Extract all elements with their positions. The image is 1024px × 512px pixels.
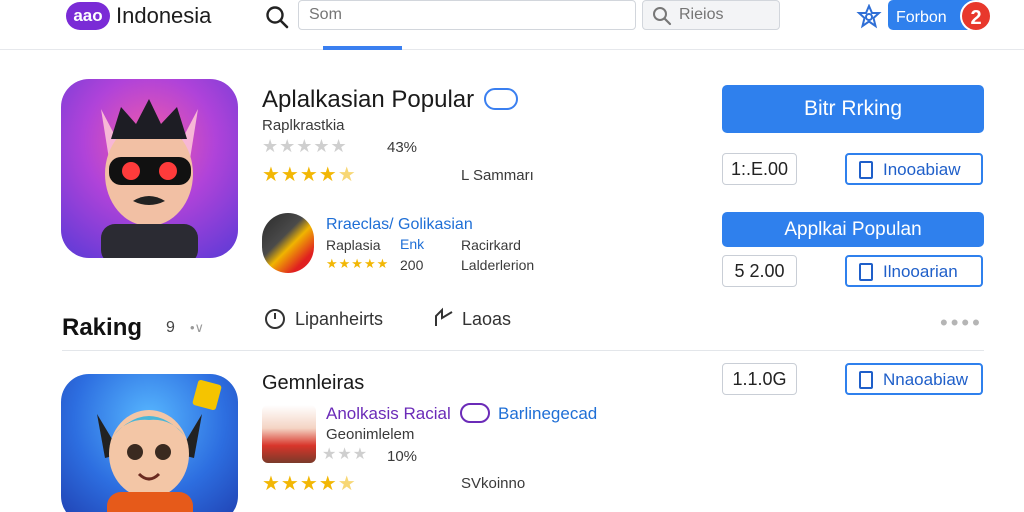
third-app-label: SVkoinno xyxy=(461,475,526,492)
character-avatar-icon xyxy=(97,380,222,512)
section-count: 9 xyxy=(166,319,175,336)
ranking-button[interactable]: Bitr Rrking xyxy=(722,85,984,133)
second-install-button[interactable]: Ilnooarian xyxy=(845,255,983,287)
download-icon xyxy=(859,161,873,179)
search-icon xyxy=(653,7,672,26)
character-avatar-icon xyxy=(101,99,198,258)
third-app-icon[interactable] xyxy=(61,374,238,512)
site-name[interactable]: Indonesia xyxy=(116,3,211,29)
search-input[interactable] xyxy=(298,0,636,30)
top-header: aao Indonesia Forbon 2 xyxy=(0,0,1024,50)
third-section-heading: Gemnleiras xyxy=(262,372,365,394)
download-icon xyxy=(859,263,873,281)
price-box: 1:.E.00 xyxy=(722,153,797,185)
section-title: Raking xyxy=(62,314,143,341)
second-app-publisher: Racirkard xyxy=(461,237,521,253)
chevron-down-icon[interactable]: •∨ xyxy=(190,320,204,336)
share-icon[interactable] xyxy=(432,306,456,330)
featured-label: L Sammarı xyxy=(461,167,534,184)
clock-icon[interactable] xyxy=(263,306,287,330)
third-app-small-icon[interactable] xyxy=(262,405,316,463)
action-share[interactable]: Laoas xyxy=(462,309,511,330)
third-install-button[interactable]: Nnaoabiaw xyxy=(845,363,983,395)
rating-stars-gray: ★★★★★ xyxy=(262,136,348,156)
install-button[interactable]: Inooabiaw xyxy=(845,153,983,185)
second-app-title[interactable]: Rraeclas/ Golikasian xyxy=(326,216,473,234)
gear-icon[interactable] xyxy=(856,4,882,30)
second-app-label: Lalderlerion xyxy=(461,257,535,273)
second-app-icon[interactable] xyxy=(262,213,314,273)
install-label: Nnaoabiaw xyxy=(883,370,969,389)
second-app-link[interactable]: Enk xyxy=(400,236,424,252)
rating-stars-gold: ★★★★★ xyxy=(262,164,357,186)
chat-icon[interactable] xyxy=(484,88,518,110)
popular-apps-button[interactable]: Applkai Populan xyxy=(722,212,984,247)
chat-icon[interactable] xyxy=(460,403,490,423)
second-app-rating-count: 200 xyxy=(400,257,424,273)
second-app-stars: ★★★★★ xyxy=(326,256,390,271)
secondary-search-input[interactable] xyxy=(679,4,773,26)
active-tab-indicator xyxy=(323,46,402,50)
featured-app-icon[interactable] xyxy=(61,79,238,258)
third-app-tag[interactable]: Barlinegecad xyxy=(498,404,597,424)
download-icon xyxy=(859,371,873,389)
rating-percent: 43% xyxy=(387,139,418,156)
install-label: Inooabiaw xyxy=(883,160,961,179)
second-price-box: 5 2.00 xyxy=(722,255,797,287)
section-divider xyxy=(62,350,984,351)
notification-badge[interactable]: 2 xyxy=(960,0,992,32)
third-app-rating-percent: 10% xyxy=(387,448,418,465)
third-app-stars-gold: ★★★★★ xyxy=(262,473,357,495)
secondary-search-box[interactable] xyxy=(642,0,780,30)
install-label: Ilnooarian xyxy=(883,262,958,281)
app-logo[interactable]: aao xyxy=(66,2,110,30)
more-options-icon[interactable]: •••• xyxy=(940,310,983,336)
featured-app-title[interactable]: Aplalkasian Popular xyxy=(262,86,474,114)
third-app-name[interactable]: Anolkasis Racial xyxy=(326,404,451,424)
third-price-box: 1.1.0G xyxy=(722,363,797,395)
second-app-developer: Raplasia xyxy=(326,237,381,253)
third-app-stars-gray: ★★★ xyxy=(322,446,369,463)
search-icon[interactable] xyxy=(264,4,290,30)
action-updates[interactable]: Lipanheirts xyxy=(295,309,383,330)
third-app-developer: Geonimlelem xyxy=(326,426,415,443)
featured-developer[interactable]: Raplkrastkia xyxy=(262,117,345,134)
